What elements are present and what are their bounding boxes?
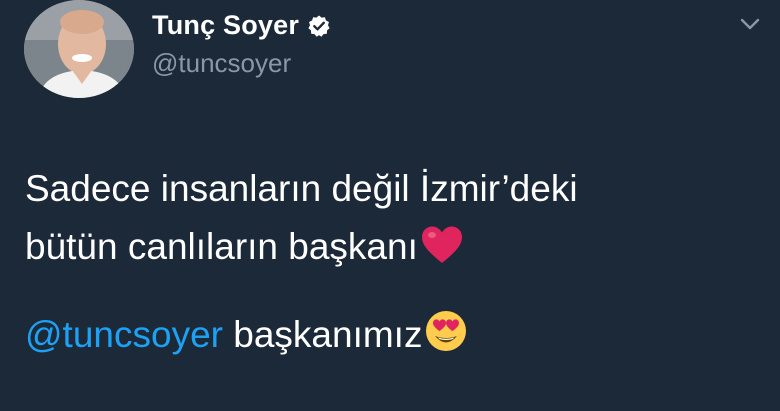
reply-text: başkanımız: [222, 314, 423, 355]
author-display-name[interactable]: Tunç Soyer: [152, 10, 299, 41]
tweet-text: Sadece insanların değil İzmir’deki bütün…: [25, 160, 765, 276]
avatar-photo: [24, 0, 134, 98]
verified-badge-icon: [308, 15, 330, 37]
red-heart-icon: [421, 226, 462, 263]
reply-line: @tuncsoyer başkanımız: [25, 306, 468, 364]
author-name-row[interactable]: Tunç Soyer: [152, 10, 331, 41]
tweet-text-line-1: Sadece insanların değil İzmir’deki: [25, 168, 578, 209]
tweet-card: Tunç Soyer @tuncsoyer Sadece insanların …: [0, 0, 780, 411]
avatar[interactable]: [24, 0, 134, 98]
chevron-down-icon[interactable]: [738, 14, 762, 34]
heart-eyes-icon: [426, 311, 467, 351]
author-handle[interactable]: @tuncsoyer: [152, 48, 291, 79]
tweet-text-line-2: bütün canlıların başkanı: [25, 218, 765, 276]
mention-link[interactable]: @tuncsoyer: [25, 314, 223, 355]
